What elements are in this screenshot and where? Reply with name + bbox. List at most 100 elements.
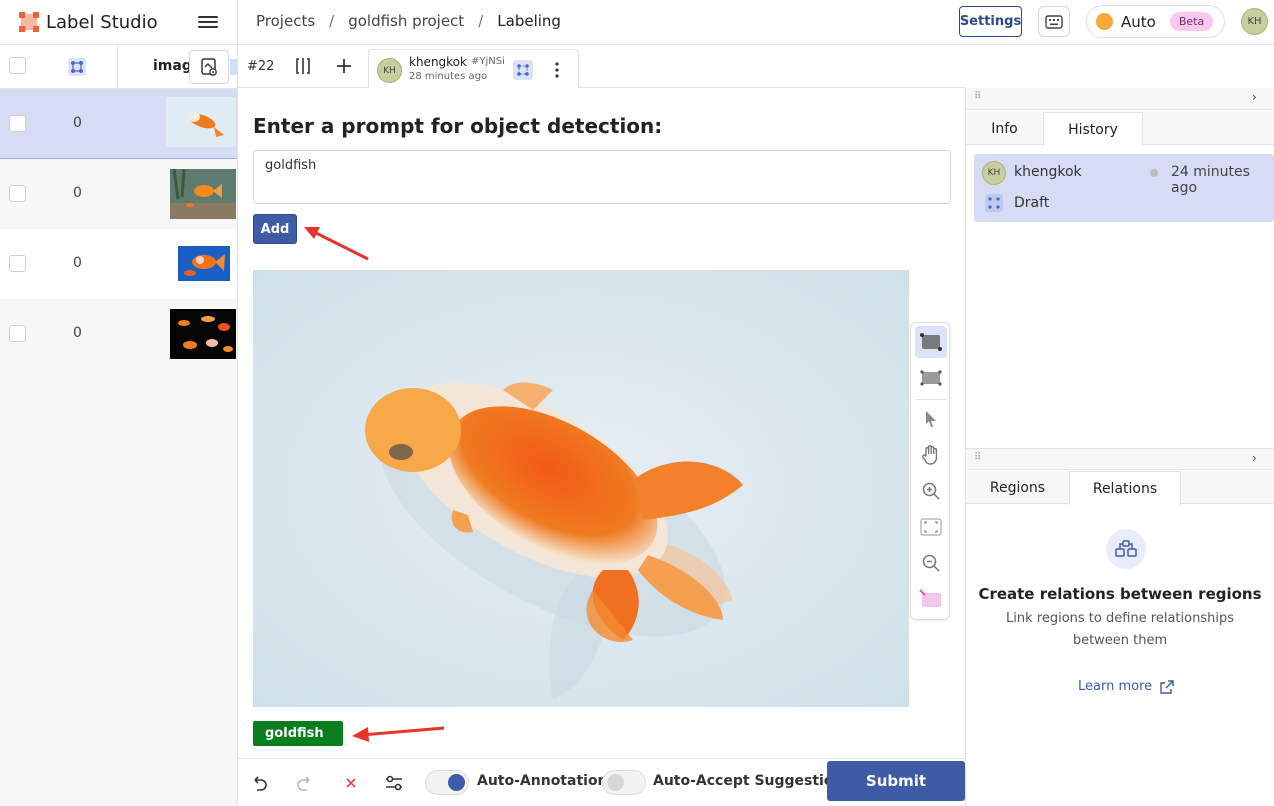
auto-accept-toggle[interactable] xyxy=(602,770,646,795)
annotator-avatar: KH xyxy=(377,58,402,83)
thumbnail-goldfish-white-bg xyxy=(166,97,236,147)
history-avatar: KH xyxy=(982,161,1006,185)
divider xyxy=(237,0,238,806)
auto-accept-label: Auto-Accept Suggestions xyxy=(653,773,852,789)
external-link-icon xyxy=(1160,679,1174,694)
thumbnail-goldfish-group-black-bg xyxy=(170,309,236,359)
learn-more-label: Learn more xyxy=(1078,679,1153,694)
settings-button[interactable]: Settings xyxy=(959,6,1022,37)
magic-wand-brush-icon[interactable] xyxy=(915,583,947,615)
row-checkbox[interactable] xyxy=(9,325,26,342)
column-divider xyxy=(117,45,118,89)
tab-info[interactable]: Info xyxy=(966,112,1043,145)
row-checkbox[interactable] xyxy=(9,115,26,132)
history-status: Draft xyxy=(1014,195,1050,211)
table-row[interactable]: 0 xyxy=(0,89,237,159)
annotation-count: 0 xyxy=(73,255,82,271)
row-checkbox[interactable] xyxy=(9,255,26,272)
relations-empty-desc-2: between them xyxy=(1072,633,1168,648)
panel-header[interactable]: ⠿ › xyxy=(966,448,1274,470)
more-options-icon[interactable] xyxy=(549,59,565,81)
prompt-textarea[interactable]: goldfish xyxy=(253,150,951,204)
label-studio-logo-icon xyxy=(18,11,40,33)
keyboard-shortcuts-button[interactable] xyxy=(1038,6,1070,37)
table-row[interactable]: 0 xyxy=(0,229,237,299)
tool-palette xyxy=(910,322,950,620)
rectangle-3point-tool-icon[interactable] xyxy=(915,362,947,394)
history-user: khengkok xyxy=(1014,164,1082,180)
divider xyxy=(965,88,966,806)
annotation-tab[interactable]: KH khengkok #YjNSi 28 minutes ago xyxy=(368,49,579,88)
zoom-out-icon[interactable] xyxy=(915,547,947,579)
rectangle-tool-icon[interactable] xyxy=(915,326,947,358)
table-empty-area xyxy=(0,369,237,806)
auto-annotation-label: Auto-Annotation xyxy=(477,773,608,789)
zoom-in-icon[interactable] xyxy=(915,475,947,507)
scroll-edge xyxy=(230,59,237,75)
auto-label: Auto xyxy=(1121,12,1156,31)
annotation-count: 0 xyxy=(73,185,82,201)
menu-icon[interactable] xyxy=(198,13,218,31)
learn-more-link[interactable]: Learn more xyxy=(1078,679,1174,694)
goldfish-image[interactable] xyxy=(253,270,909,707)
breadcrumb-current: Labeling xyxy=(497,12,561,30)
annotation-time: 28 minutes ago xyxy=(409,71,488,82)
breadcrumb-project[interactable]: goldfish project xyxy=(348,12,464,30)
status-dot-icon xyxy=(1150,169,1158,177)
app-name: Label Studio xyxy=(46,11,158,33)
drag-handle-icon[interactable]: ⠿ xyxy=(974,452,981,463)
breadcrumb-separator: / xyxy=(329,12,335,30)
thumbnail-goldfish-blue-bg xyxy=(178,246,230,281)
panel-header[interactable]: ⠿ › xyxy=(966,88,1274,110)
breadcrumb-separator: / xyxy=(478,12,484,30)
history-time: 24 minutes ago xyxy=(1171,164,1250,196)
collapse-panel-icon[interactable]: › xyxy=(1252,90,1257,104)
settings-sliders-icon[interactable] xyxy=(382,771,406,795)
user-avatar[interactable]: KH xyxy=(1241,8,1268,35)
split-view-icon[interactable] xyxy=(292,55,314,77)
relations-empty-title: Create relations between regions xyxy=(978,585,1262,603)
preview-icon xyxy=(201,58,217,76)
top-bar xyxy=(0,0,1274,45)
prompt-title: Enter a prompt for object detection: xyxy=(253,114,663,138)
undo-icon[interactable] xyxy=(248,772,270,794)
history-item[interactable]: KH khengkok 24 minutes ago Draft xyxy=(974,154,1274,222)
table-row[interactable]: 0 xyxy=(0,159,237,229)
redo-icon[interactable] xyxy=(294,772,316,794)
annotation-count: 0 xyxy=(73,325,82,341)
toggle-knob xyxy=(448,774,465,791)
tab-regions[interactable]: Regions xyxy=(966,471,1069,504)
draft-annotation-icon xyxy=(513,60,533,80)
add-button[interactable]: Add xyxy=(253,214,297,244)
breadcrumb-projects[interactable]: Projects xyxy=(256,12,315,30)
tab-relations[interactable]: Relations xyxy=(1069,471,1181,505)
toggle-knob xyxy=(607,774,624,791)
delete-all-icon[interactable] xyxy=(340,772,362,794)
select-cursor-icon[interactable] xyxy=(915,403,947,435)
auto-mode-toggle[interactable]: Auto Beta xyxy=(1086,5,1225,38)
collapse-panel-icon[interactable]: › xyxy=(1252,451,1257,465)
auto-annotation-toggle[interactable] xyxy=(425,770,469,795)
preview-toggle-button[interactable] xyxy=(189,50,229,84)
keyboard-icon xyxy=(1045,14,1063,29)
app-logo[interactable]: Label Studio xyxy=(18,11,158,33)
annotations-column-icon[interactable] xyxy=(68,58,86,76)
region-label-chip[interactable]: goldfish 1 xyxy=(253,721,351,746)
drag-handle-icon[interactable]: ⠿ xyxy=(974,91,981,102)
add-annotation-icon[interactable] xyxy=(333,55,355,77)
tab-history[interactable]: History xyxy=(1043,112,1143,146)
pan-hand-icon[interactable] xyxy=(915,439,947,471)
annotation-hash: #YjNSi xyxy=(471,56,505,67)
submit-button[interactable]: Submit xyxy=(827,761,965,801)
annotation-count: 0 xyxy=(73,115,82,131)
table-row[interactable]: 0 xyxy=(0,299,237,369)
tool-divider xyxy=(916,399,946,400)
row-checkbox[interactable] xyxy=(9,185,26,202)
fit-to-screen-icon[interactable] xyxy=(915,511,947,543)
task-id: #22 xyxy=(247,59,275,74)
draft-icon xyxy=(985,194,1003,212)
select-all-checkbox[interactable] xyxy=(9,57,26,74)
table-header: image xyxy=(0,45,237,89)
annotation-tabs-bar: #22 xyxy=(238,45,965,88)
status-dot-icon xyxy=(1096,13,1113,30)
